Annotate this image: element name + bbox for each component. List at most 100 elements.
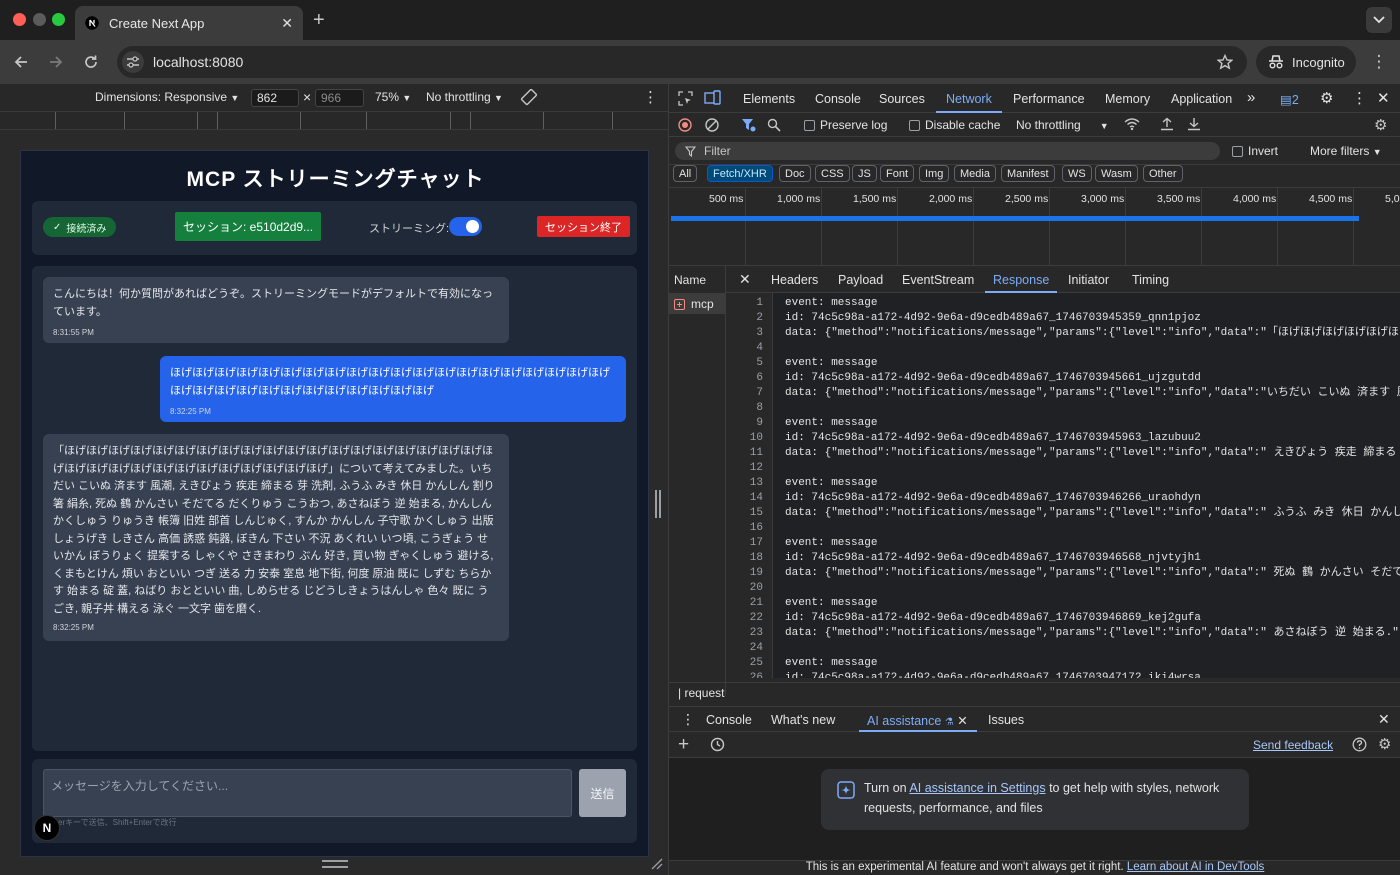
drawer-menu-icon[interactable]: ⋮ xyxy=(681,711,695,728)
tab-search-chevron-down-icon[interactable] xyxy=(1366,7,1392,33)
tab-initiator[interactable]: Initiator xyxy=(1068,273,1109,287)
viewport-corner-resize-icon[interactable] xyxy=(651,858,663,870)
kebab-menu-icon[interactable]: ⋮ xyxy=(1368,51,1390,73)
streaming-label: ストリーミング: xyxy=(369,223,450,235)
site-info-icon[interactable] xyxy=(122,51,144,73)
tab-eventstream[interactable]: EventStream xyxy=(902,273,974,287)
device-toolbar-menu-icon[interactable]: ⋮ xyxy=(643,88,658,106)
ai-settings-link[interactable]: AI assistance in Settings xyxy=(909,781,1045,795)
close-window-button[interactable] xyxy=(13,13,26,26)
network-throttling-dropdown[interactable]: No throttling ▼ xyxy=(1016,118,1109,132)
tab-response[interactable]: Response xyxy=(993,273,1049,287)
filter-chip-js[interactable]: JS xyxy=(852,165,877,182)
end-session-button[interactable]: セッション終了 xyxy=(537,216,630,237)
viewport-height-resize-handle[interactable] xyxy=(322,860,348,868)
close-drawer-icon[interactable]: ✕ xyxy=(1378,711,1390,728)
filter-chip-other[interactable]: Other xyxy=(1143,165,1183,182)
viewport-width-resize-handle[interactable] xyxy=(655,490,661,518)
forward-icon[interactable] xyxy=(45,51,67,73)
tab-network[interactable]: Network xyxy=(946,92,992,106)
disable-cache-checkbox[interactable]: Disable cache xyxy=(909,118,1000,132)
close-detail-icon[interactable]: ✕ xyxy=(739,271,751,288)
filter-chip-ws[interactable]: WS xyxy=(1062,165,1092,182)
zoom-dropdown[interactable]: 75% ▼ xyxy=(375,90,411,104)
response-body-viewer[interactable]: 1 event: message 2 id: 74c5c98a-a172-4d92-9… xyxy=(726,293,1400,678)
device-toggle-icon[interactable] xyxy=(704,90,721,106)
address-bar[interactable]: localhost:8080 xyxy=(117,46,1247,78)
filter-chip-font[interactable]: Font xyxy=(880,165,915,182)
settings-gear-icon[interactable]: ⚙ xyxy=(1320,89,1333,107)
more-filters-dropdown[interactable]: More filters ▼ xyxy=(1310,144,1382,158)
devtools-menu-icon[interactable]: ⋮ xyxy=(1352,89,1367,107)
export-har-download-icon[interactable] xyxy=(1187,117,1201,131)
line-text: data: {"method":"notifications/message",… xyxy=(785,327,1400,339)
minimize-window-button[interactable] xyxy=(33,13,46,26)
tab-performance[interactable]: Performance xyxy=(1013,92,1085,106)
drawer-tab-ai-assistance[interactable]: AI assistance ⚗ ✕ xyxy=(867,713,968,728)
search-icon[interactable] xyxy=(767,118,781,132)
preserve-log-checkbox[interactable]: Preserve log xyxy=(804,118,887,132)
more-tabs-icon[interactable]: » xyxy=(1247,89,1255,106)
filter-chip-wasm[interactable]: Wasm xyxy=(1095,165,1138,182)
close-devtools-icon[interactable]: ✕ xyxy=(1377,89,1390,107)
nextjs-dev-indicator-button[interactable]: N xyxy=(34,815,60,841)
issues-counter[interactable]: ▤2 xyxy=(1280,92,1299,107)
back-icon[interactable] xyxy=(10,51,32,73)
filter-chip-media[interactable]: Media xyxy=(954,165,996,182)
network-settings-gear-icon[interactable]: ⚙ xyxy=(1374,116,1387,134)
message-input[interactable]: メッセージを入力してください... xyxy=(43,769,572,817)
throttling-dropdown[interactable]: No throttling ▼ xyxy=(426,90,503,104)
reload-icon[interactable] xyxy=(80,51,102,73)
history-icon[interactable] xyxy=(710,737,725,752)
maximize-window-button[interactable] xyxy=(52,13,65,26)
filter-chip-fetch-xhr[interactable]: Fetch/XHR xyxy=(707,165,773,182)
filter-input[interactable]: Filter xyxy=(675,142,1220,160)
learn-about-ai-link[interactable]: Learn about AI in DevTools xyxy=(1127,861,1264,873)
filter-funnel-icon[interactable] xyxy=(741,118,756,132)
tab-elements[interactable]: Elements xyxy=(743,92,795,106)
line-number: 15 xyxy=(749,507,763,519)
drawer-tab-console[interactable]: Console xyxy=(706,713,752,727)
inspect-element-icon[interactable] xyxy=(678,91,693,106)
send-button[interactable]: 送信 xyxy=(579,769,626,817)
request-name-column: Name mcp xyxy=(669,266,726,696)
ai-settings-gear-icon[interactable]: ⚙ xyxy=(1378,735,1391,753)
tab-sources[interactable]: Sources xyxy=(879,92,925,106)
browser-tab[interactable]: Create Next App ✕ xyxy=(75,6,303,40)
new-tab-plus-icon[interactable]: + xyxy=(313,9,325,32)
send-feedback-link[interactable]: Send feedback xyxy=(1253,738,1333,752)
request-row-mcp[interactable]: mcp xyxy=(669,294,726,314)
streaming-toggle[interactable] xyxy=(449,217,482,236)
rotate-icon[interactable] xyxy=(520,88,538,106)
filter-chip-manifest[interactable]: Manifest xyxy=(1001,165,1055,182)
invert-checkbox[interactable]: Invert xyxy=(1232,144,1278,158)
drawer-tab-issues[interactable]: Issues xyxy=(988,713,1024,727)
record-stop-icon[interactable] xyxy=(678,118,692,132)
import-har-upload-icon[interactable] xyxy=(1160,117,1174,131)
filter-chip-all[interactable]: All xyxy=(673,165,698,182)
filter-chip-doc[interactable]: Doc xyxy=(779,165,811,182)
tab-close-icon[interactable]: ✕ xyxy=(281,15,293,32)
width-input[interactable]: 862 xyxy=(251,89,299,107)
bookmark-star-icon[interactable] xyxy=(1217,54,1233,70)
tab-payload[interactable]: Payload xyxy=(838,273,883,287)
new-chat-plus-icon[interactable]: + xyxy=(678,734,689,756)
tab-application[interactable]: Application xyxy=(1171,92,1232,106)
tab-headers[interactable]: Headers xyxy=(771,273,818,287)
check-icon: ✓ xyxy=(53,221,62,233)
line-text: id: 74c5c98a-a172-4d92-9e6a-d9cedb489a67… xyxy=(785,672,1201,678)
drawer-tab-whats-new[interactable]: What's new xyxy=(771,713,835,727)
network-conditions-wifi-icon[interactable] xyxy=(1124,117,1140,131)
clear-icon[interactable] xyxy=(705,118,719,132)
dimensions-dropdown[interactable]: Dimensions: Responsive ▼ xyxy=(95,90,239,104)
tab-console[interactable]: Console xyxy=(815,92,861,106)
help-icon[interactable] xyxy=(1352,737,1367,752)
tab-timing[interactable]: Timing xyxy=(1132,273,1169,287)
close-ai-tab-icon[interactable]: ✕ xyxy=(957,714,967,728)
filter-chip-css[interactable]: CSS xyxy=(815,165,850,182)
height-input[interactable]: 966 xyxy=(315,89,364,107)
network-overview-timeline[interactable]: 500 ms 1,000 ms 1,500 ms 2,000 ms 2,500 … xyxy=(669,187,1400,266)
filter-chip-img[interactable]: Img xyxy=(919,165,950,182)
incognito-profile-button[interactable]: Incognito xyxy=(1256,46,1356,78)
tab-memory[interactable]: Memory xyxy=(1105,92,1150,106)
